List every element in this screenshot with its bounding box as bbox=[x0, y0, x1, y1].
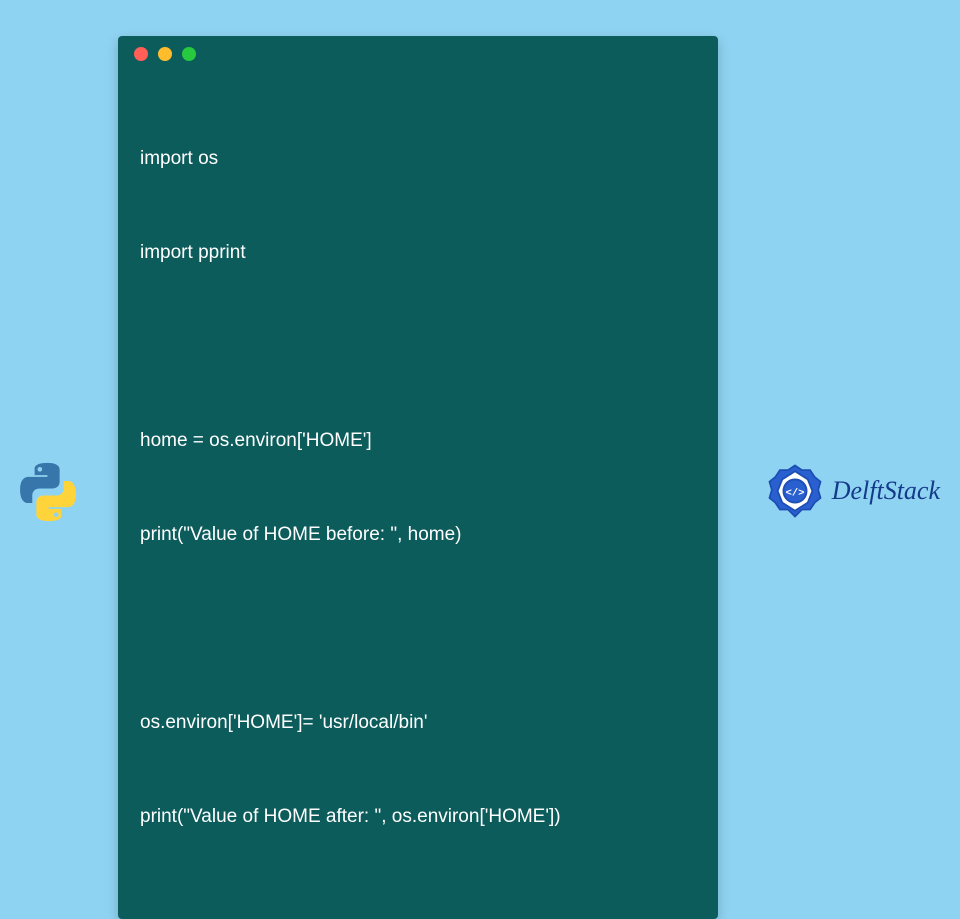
code-window: import os import pprint home = os.enviro… bbox=[118, 36, 718, 919]
code-line bbox=[140, 613, 696, 644]
window-titlebar bbox=[118, 36, 718, 72]
code-line: print("Value of HOME after: ", os.enviro… bbox=[140, 801, 696, 832]
code-line: print("Value of HOME before: ", home) bbox=[140, 519, 696, 550]
code-line: os.environ['HOME']= 'usr/local/bin' bbox=[140, 707, 696, 738]
code-line: import pprint bbox=[140, 237, 696, 268]
code-body: import os import pprint home = os.enviro… bbox=[118, 72, 718, 919]
svg-text:</>: </> bbox=[785, 488, 804, 500]
brand-name: DelftStack bbox=[832, 476, 940, 506]
code-line: home = os.environ['HOME'] bbox=[140, 425, 696, 456]
maximize-icon[interactable] bbox=[182, 47, 196, 61]
brand: </> DelftStack bbox=[766, 462, 940, 520]
code-line bbox=[140, 331, 696, 362]
close-icon[interactable] bbox=[134, 47, 148, 61]
brand-logo-icon: </> bbox=[766, 462, 824, 520]
code-line: import os bbox=[140, 143, 696, 174]
minimize-icon[interactable] bbox=[158, 47, 172, 61]
python-logo-icon bbox=[16, 460, 80, 524]
